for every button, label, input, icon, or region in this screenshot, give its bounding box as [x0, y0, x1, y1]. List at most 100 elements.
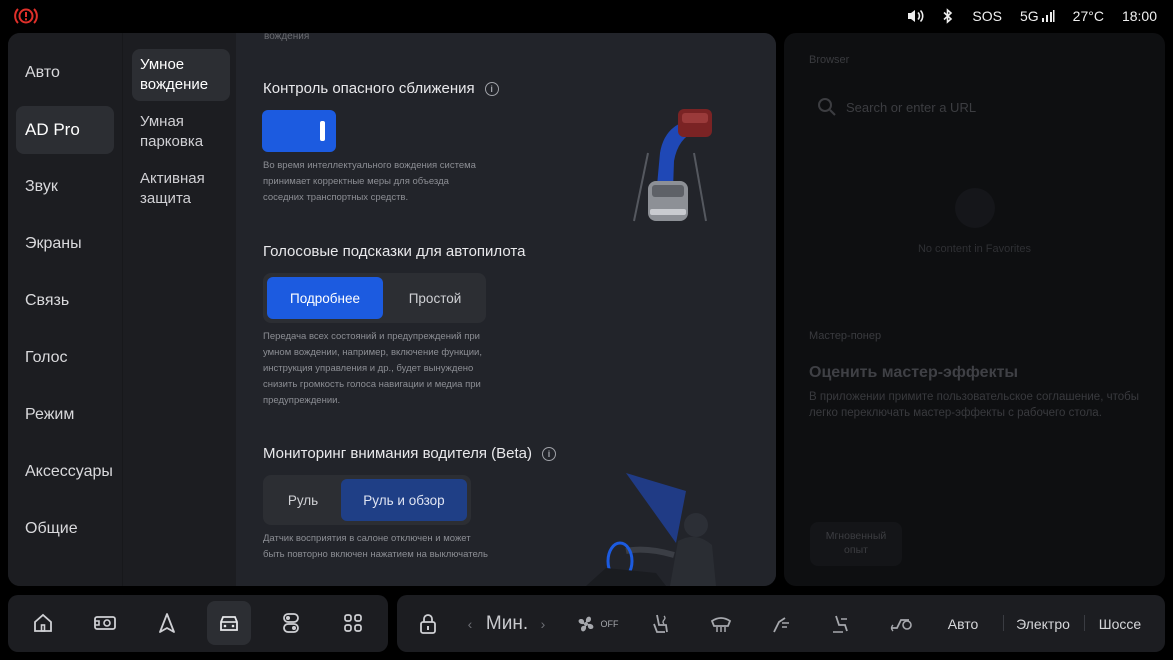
driver-monitoring-title-text: Мониторинг внимания водителя (Beta) [263, 445, 532, 462]
nav-item-label: Режим [25, 406, 75, 423]
primary-nav: Авто AD Pro Звук Экраны Связь Голос Режи… [8, 33, 122, 586]
nav-item-label: Аксессуары [25, 463, 113, 480]
info-icon[interactable]: i [484, 81, 499, 96]
car-icon[interactable] [207, 601, 251, 645]
instant-experience-label: Мгновенный опыт [825, 530, 887, 556]
subnav-item-label: Умная парковка [140, 113, 204, 150]
option-label: Руль и обзор [363, 492, 445, 508]
bluetooth-icon[interactable] [942, 8, 954, 24]
signal-icon [1041, 10, 1055, 22]
browser-search-input[interactable]: Search or enter a URL [818, 96, 977, 118]
search-icon [818, 98, 836, 116]
sos-label[interactable]: SOS [972, 8, 1002, 24]
network-label: 5G [1019, 8, 1039, 24]
nav-item-accessories[interactable]: Аксессуары [16, 448, 114, 496]
nav-item-general[interactable]: Общие [16, 505, 114, 553]
nav-item-label: Экраны [25, 235, 82, 252]
description-line: Датчик восприятия в салоне отключен и мо… [263, 533, 471, 544]
windshield-defrost-icon[interactable] [703, 595, 739, 652]
navigation-icon[interactable] [145, 601, 189, 645]
voice-option-simple[interactable]: Простой [387, 277, 483, 319]
drive-mode-highway[interactable]: Шоссе [1091, 595, 1149, 652]
secondary-nav: Умное вождение Умная парковка Активная з… [122, 33, 236, 586]
clock-label: 18:00 [1121, 8, 1157, 24]
climate-bar: ‹ Мин. › OFF Авто Электро Шоссе [397, 595, 1165, 652]
nav-item-ad-pro[interactable]: AD Pro [16, 106, 114, 154]
app-dock [8, 595, 388, 652]
empty-favorites-icon [955, 188, 995, 228]
nav-item-connection[interactable]: Связь [16, 277, 114, 325]
nav-item-voice[interactable]: Голос [16, 334, 114, 382]
collision-control-title: Контроль опасного сближения i [263, 80, 499, 97]
browser-panel: Browser Search or enter a URL No content… [784, 33, 1165, 586]
nav-item-label: Звук [25, 178, 58, 195]
subnav-item-label: Умное вождение [140, 56, 209, 93]
nav-item-mode[interactable]: Режим [16, 391, 114, 439]
voice-option-detailed[interactable]: Подробнее [267, 277, 383, 319]
driver-monitoring-description: Датчик восприятия в салоне отключен и мо… [263, 531, 488, 563]
faded-section-tail: вождения [264, 33, 310, 42]
description-line: быть повторно включен нажатием на выключ… [263, 549, 488, 560]
lock-icon[interactable] [411, 595, 445, 652]
media-icon[interactable] [83, 601, 127, 645]
monitoring-option-wheel[interactable]: Руль [267, 479, 339, 521]
fan-level: Мин. [485, 612, 529, 634]
home-icon[interactable] [21, 601, 65, 645]
subnav-item-smart-driving[interactable]: Умное вождение [132, 49, 230, 101]
description-line: принимает корректные меры для объезда [263, 176, 449, 187]
empty-favorites-text: No content in Favorites [917, 243, 1032, 255]
status-bar: SOS 5G 27°C 18:00 [0, 0, 1173, 32]
mode-divider [1084, 615, 1085, 631]
voice-prompts-title: Голосовые подсказки для автопилота [263, 243, 525, 260]
toggle-knob [320, 121, 325, 141]
master-effects-description: В приложении примите пользовательское со… [809, 391, 1139, 419]
airflow-feet-icon[interactable] [823, 595, 859, 652]
monitoring-option-wheel-and-view[interactable]: Руль и обзор [341, 479, 467, 521]
settings-panel: Авто AD Pro Звук Экраны Связь Голос Режи… [8, 33, 776, 586]
search-placeholder: Search or enter a URL [846, 99, 977, 115]
nav-item-label: Авто [25, 64, 60, 81]
subnav-item-smart-parking[interactable]: Умная парковка [132, 106, 230, 158]
brake-warning-icon [14, 6, 38, 26]
airflow-face-icon[interactable] [763, 595, 799, 652]
voice-prompts-selector: Подробнее Простой [263, 273, 486, 323]
nav-item-label: AD Pro [25, 120, 80, 139]
fan-toggle-button[interactable]: OFF [571, 595, 621, 652]
instant-experience-button[interactable]: Мгновенный опыт [810, 522, 902, 566]
option-label: Руль [287, 492, 319, 508]
nav-item-sound[interactable]: Звук [16, 163, 114, 211]
apps-grid-icon[interactable] [331, 601, 375, 645]
recirculation-icon[interactable] [881, 595, 921, 652]
description-line: снизить громкость голоса навигации и мед… [263, 379, 481, 390]
description-line: Передача всех состояний и предупреждений… [263, 331, 480, 342]
lane-change-illustration [614, 103, 724, 223]
voice-prompts-description: Передача всех состояний и предупреждений… [263, 329, 482, 409]
fan-increase-icon[interactable]: › [533, 595, 553, 652]
subnav-item-label: Активная защита [140, 170, 205, 207]
temperature-label: 27°C [1072, 8, 1104, 24]
settings-content: вождения Контроль опасного сближения i В… [236, 33, 776, 586]
seat-heating-icon[interactable] [643, 595, 679, 652]
master-label: Мастер-понер [809, 330, 882, 342]
description-line: умном вождении, например, включение функ… [263, 347, 482, 358]
fan-icon [578, 616, 593, 631]
fan-decrease-icon[interactable]: ‹ [459, 595, 481, 652]
driver-monitoring-selector: Руль Руль и обзор [263, 475, 471, 525]
collision-control-description: Во время интеллектуального вождения сист… [263, 158, 476, 206]
drive-mode-auto[interactable]: Авто [937, 595, 989, 652]
nav-item-screens[interactable]: Экраны [16, 220, 114, 268]
description-line: Во время интеллектуального вождения сист… [263, 160, 476, 171]
info-icon[interactable]: i [541, 446, 556, 461]
description-line: предупреждении. [263, 395, 341, 406]
option-label: Подробнее [289, 290, 360, 306]
volume-icon[interactable] [906, 8, 924, 24]
subnav-item-active-protection[interactable]: Активная защита [132, 163, 230, 215]
nav-item-label: Голос [25, 349, 68, 366]
nav-item-auto[interactable]: Авто [16, 49, 114, 97]
browser-label: Browser [809, 54, 850, 66]
drive-mode-electric[interactable]: Электро [1009, 595, 1077, 652]
mode-divider [1003, 615, 1004, 631]
collision-control-toggle[interactable] [262, 110, 336, 152]
switch-icon[interactable] [269, 601, 313, 645]
driver-monitoring-illustration [566, 463, 746, 586]
